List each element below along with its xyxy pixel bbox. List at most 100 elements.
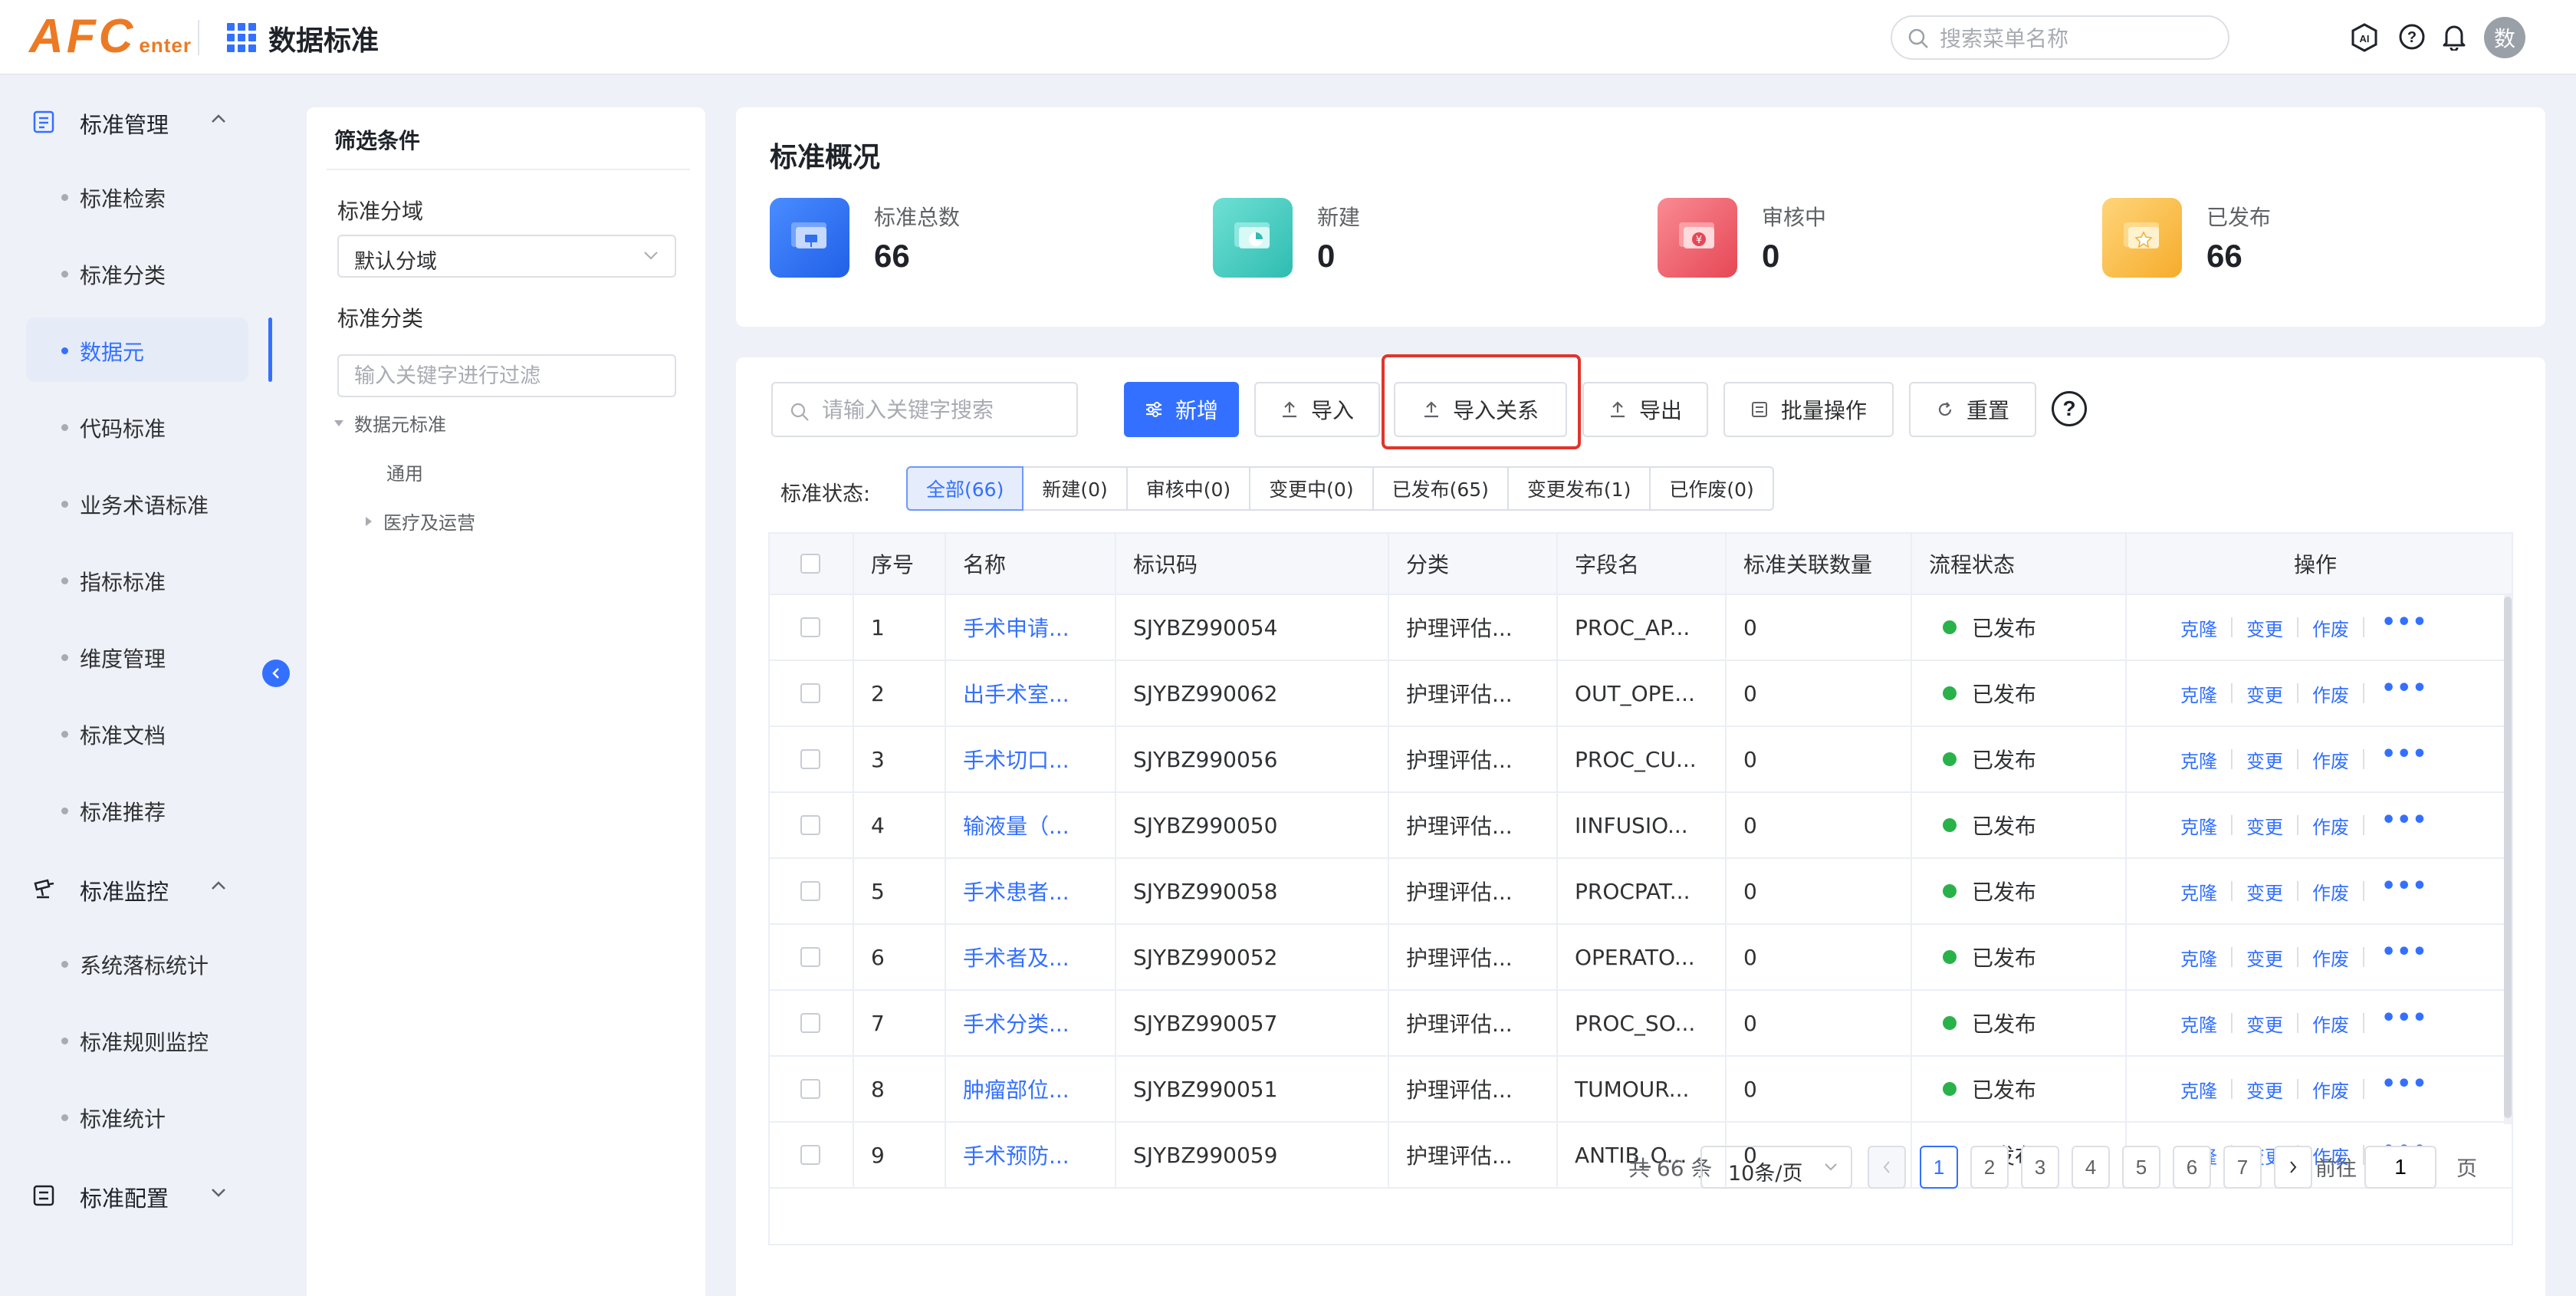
- change-link[interactable]: 变更: [2233, 746, 2297, 773]
- table-row[interactable]: 5 手术患者... SJYBZ990058 护理评估... PROCPAT... 0 已发布…: [770, 859, 2512, 925]
- clone-link[interactable]: 克隆: [2180, 746, 2231, 773]
- element-name-link[interactable]: 手术申请...: [963, 612, 1070, 643]
- user-avatar[interactable]: 数: [2484, 17, 2525, 58]
- change-link[interactable]: 变更: [2233, 1076, 2297, 1103]
- clone-link[interactable]: 克隆: [2180, 680, 2231, 707]
- change-link[interactable]: 变更: [2233, 680, 2297, 707]
- change-link[interactable]: 变更: [2233, 878, 2297, 905]
- sidebar-item-system-stat[interactable]: 系统落标统计: [26, 931, 248, 995]
- sidebar-item-dimension[interactable]: 维度管理: [26, 624, 248, 689]
- menu-search-box[interactable]: [1891, 15, 2229, 60]
- sidebar-collapse-button[interactable]: [262, 660, 290, 687]
- change-link[interactable]: 变更: [2233, 1010, 2297, 1037]
- clone-link[interactable]: 克隆: [2180, 1010, 2231, 1037]
- void-link[interactable]: 作废: [2298, 944, 2363, 971]
- table-row[interactable]: 3 手术切口... SJYBZ990056 护理评估... PROC_CU... 0 已发布…: [770, 727, 2512, 793]
- row-checkbox[interactable]: [800, 683, 820, 703]
- change-link[interactable]: 变更: [2233, 614, 2297, 641]
- batch-operation-button[interactable]: 批量操作: [1723, 382, 1894, 437]
- change-link[interactable]: 变更: [2233, 944, 2297, 971]
- status-tab-change-published[interactable]: 变更发布(1): [1506, 466, 1651, 511]
- reset-button[interactable]: 重置: [1909, 382, 2036, 437]
- void-link[interactable]: 作废: [2298, 1010, 2363, 1037]
- page-button-5[interactable]: 5: [2122, 1146, 2160, 1189]
- sidebar-item-standard-doc[interactable]: 标准文档: [26, 701, 248, 765]
- status-tab-void[interactable]: 已作废(0): [1649, 466, 1774, 511]
- element-name-link[interactable]: 出手术室...: [963, 678, 1070, 709]
- tree-node-general[interactable]: 通用: [386, 459, 423, 485]
- sidebar-item-standard-stat[interactable]: 标准统计: [26, 1084, 248, 1149]
- table-row[interactable]: 8 肿瘤部位... SJYBZ990051 护理评估... TUMOUR... 0 已发布 克…: [770, 1057, 2512, 1123]
- sidebar-group-standard-management[interactable]: 标准管理: [0, 90, 274, 152]
- table-row[interactable]: 7 手术分类... SJYBZ990057 护理评估... PROC_SO... 0 已发布…: [770, 991, 2512, 1057]
- table-row[interactable]: 1 手术申请... SJYBZ990054 护理评估... PROC_AP... 0 已发布…: [770, 595, 2512, 661]
- sidebar-item-standard-category[interactable]: 标准分类: [26, 241, 248, 305]
- sidebar-group-standard-monitor[interactable]: 标准监控: [0, 857, 274, 919]
- status-tab-new[interactable]: 新建(0): [1022, 466, 1128, 511]
- element-name-link[interactable]: 输液量（...: [963, 810, 1070, 840]
- sidebar-item-data-element[interactable]: 数据元: [26, 317, 248, 382]
- import-relation-button[interactable]: 导入关系: [1394, 382, 1567, 437]
- row-checkbox[interactable]: [800, 881, 820, 901]
- status-tab-all[interactable]: 全部(66): [906, 466, 1024, 511]
- page-button-4[interactable]: 4: [2072, 1146, 2110, 1189]
- element-name-link[interactable]: 手术者及...: [963, 942, 1070, 972]
- element-name-link[interactable]: 手术患者...: [963, 876, 1070, 906]
- select-all-checkbox[interactable]: [800, 554, 820, 574]
- ai-icon[interactable]: AI: [2351, 23, 2378, 52]
- clone-link[interactable]: 克隆: [2180, 1076, 2231, 1103]
- help-circle-icon[interactable]: ?: [2398, 23, 2426, 51]
- sidebar-item-recommend[interactable]: 标准推荐: [26, 778, 248, 842]
- element-name-link[interactable]: 手术切口...: [963, 744, 1070, 775]
- more-icon[interactable]: •••: [2364, 809, 2428, 832]
- add-button[interactable]: 新增: [1124, 382, 1239, 437]
- prev-page-button[interactable]: [1868, 1146, 1906, 1189]
- keyword-search-input[interactable]: [822, 396, 1067, 423]
- row-checkbox[interactable]: [800, 815, 820, 835]
- table-row[interactable]: 2 出手术室... SJYBZ990062 护理评估... OUT_OPE... 0 已发布…: [770, 661, 2512, 727]
- element-name-link[interactable]: 手术分类...: [963, 1008, 1070, 1038]
- sidebar-item-code-standard[interactable]: 代码标准: [26, 394, 248, 459]
- tree-node-medical[interactable]: 医疗及运营: [365, 508, 475, 535]
- domain-select[interactable]: 默认分域: [337, 235, 676, 278]
- more-icon[interactable]: •••: [2364, 677, 2428, 700]
- void-link[interactable]: 作废: [2298, 746, 2363, 773]
- sidebar-item-standard-search[interactable]: 标准检索: [26, 164, 248, 229]
- page-button-6[interactable]: 6: [2173, 1146, 2211, 1189]
- table-row[interactable]: 4 输液量（... SJYBZ990050 护理评估... IINFUSIO... 0 已发…: [770, 793, 2512, 859]
- next-page-button[interactable]: [2274, 1146, 2312, 1189]
- keyword-search-box[interactable]: [771, 382, 1078, 437]
- row-checkbox[interactable]: [800, 947, 820, 967]
- tree-node-root[interactable]: 数据元标准: [334, 410, 446, 436]
- void-link[interactable]: 作废: [2298, 614, 2363, 641]
- more-icon[interactable]: •••: [2364, 1073, 2428, 1096]
- sidebar-item-rule-monitor[interactable]: 标准规则监控: [26, 1008, 248, 1072]
- import-button[interactable]: 导入: [1254, 382, 1380, 437]
- status-tab-changing[interactable]: 变更中(0): [1249, 466, 1374, 511]
- more-icon[interactable]: •••: [2364, 743, 2428, 766]
- element-name-link[interactable]: 肿瘤部位...: [963, 1074, 1070, 1104]
- change-link[interactable]: 变更: [2233, 812, 2297, 839]
- goto-page-input[interactable]: [2364, 1146, 2436, 1189]
- afc-logo[interactable]: AFC enter: [29, 9, 192, 63]
- void-link[interactable]: 作废: [2298, 680, 2363, 707]
- clone-link[interactable]: 克隆: [2180, 614, 2231, 641]
- more-icon[interactable]: •••: [2364, 1007, 2428, 1030]
- status-tab-reviewing[interactable]: 审核中(0): [1125, 466, 1251, 511]
- clone-link[interactable]: 克隆: [2180, 944, 2231, 971]
- export-button[interactable]: 导出: [1582, 382, 1708, 437]
- more-icon[interactable]: •••: [2364, 941, 2428, 964]
- clone-link[interactable]: 克隆: [2180, 812, 2231, 839]
- void-link[interactable]: 作废: [2298, 878, 2363, 905]
- category-filter-input[interactable]: [337, 354, 676, 397]
- page-size-select[interactable]: 10条/页: [1700, 1146, 1852, 1189]
- row-checkbox[interactable]: [800, 1079, 820, 1099]
- row-checkbox[interactable]: [800, 749, 820, 769]
- bell-icon[interactable]: [2441, 23, 2467, 51]
- status-tab-published[interactable]: 已发布(65): [1372, 466, 1509, 511]
- void-link[interactable]: 作废: [2298, 1076, 2363, 1103]
- table-row[interactable]: 6 手术者及... SJYBZ990052 护理评估... OPERATO... 0 已发布…: [770, 925, 2512, 991]
- row-checkbox[interactable]: [800, 1013, 820, 1033]
- row-checkbox[interactable]: [800, 617, 820, 637]
- page-button-1[interactable]: 1: [1920, 1146, 1958, 1189]
